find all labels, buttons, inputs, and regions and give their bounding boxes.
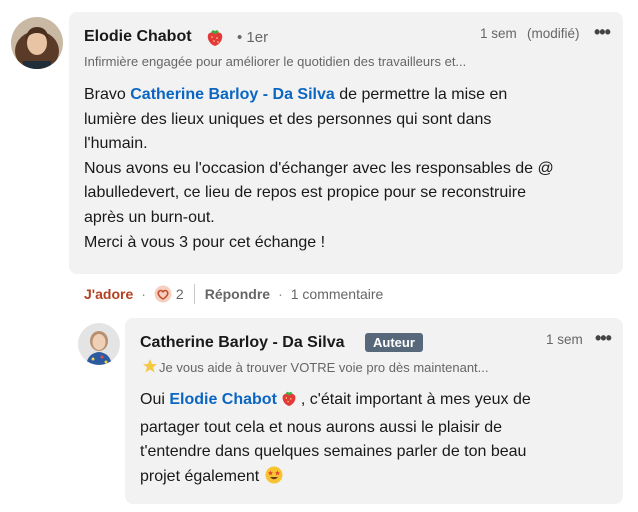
author-headline: Je vous aide à trouver VOTRE voie pro dè… <box>159 360 489 375</box>
author-badge: Auteur <box>365 333 423 352</box>
more-options-button[interactable]: ••• <box>594 22 611 43</box>
comment-actions: J'adore · 2 Répondre · 1 commentaire <box>84 283 383 305</box>
mention-elodie-chabot[interactable]: Elodie Chabot <box>169 391 277 408</box>
strawberry-icon <box>281 389 297 416</box>
comment-timestamp: 1 sem <box>480 26 517 41</box>
comment-timestamp: 1 sem <box>546 332 583 347</box>
connection-degree: • 1er <box>237 29 269 46</box>
edited-label: (modifié) <box>527 26 580 41</box>
comment-body: Oui Elodie Chabot, c'était important à m… <box>140 388 610 492</box>
avatar-elodie-chabot[interactable] <box>11 17 63 69</box>
more-options-button[interactable]: ••• <box>595 328 612 349</box>
star-icon <box>142 358 158 379</box>
comment-body: Bravo Catherine Barloy - Da Silva de per… <box>84 86 554 251</box>
comment-bubble-2: Catherine Barloy - Da Silva Auteur 1 sem… <box>125 318 623 504</box>
separator-dot: · <box>141 286 146 302</box>
reaction-count[interactable]: 2 <box>176 286 184 302</box>
author-headline: Infirmière engagée pour améliorer le quo… <box>84 54 467 69</box>
separator-dot: · <box>278 286 283 302</box>
comment-bubble-1: Elodie Chabot • 1er 1 sem (modifié) ••• … <box>69 12 623 274</box>
mention-catherine-barloy[interactable]: Catherine Barloy - Da Silva <box>130 86 335 103</box>
divider <box>193 284 195 304</box>
replies-count-link[interactable]: 1 commentaire <box>291 286 384 302</box>
comment-author-name[interactable]: Elodie Chabot <box>84 28 192 46</box>
love-reaction-icon <box>154 285 172 303</box>
star-struck-emoji-icon <box>265 466 283 493</box>
avatar-catherine-barloy[interactable] <box>78 323 120 365</box>
comment-author-name[interactable]: Catherine Barloy - Da Silva <box>140 334 345 352</box>
reply-button[interactable]: Répondre <box>205 286 270 302</box>
reaction-button[interactable]: J'adore <box>84 286 133 302</box>
strawberry-icon <box>206 27 224 52</box>
